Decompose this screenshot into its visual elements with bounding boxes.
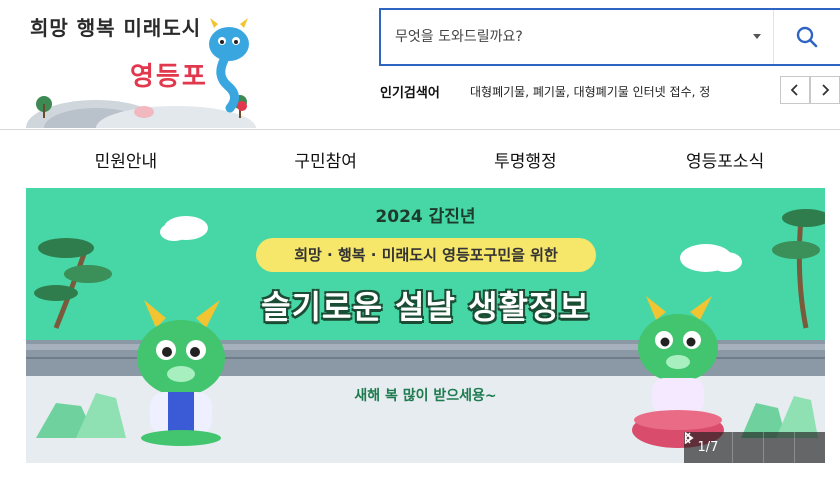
banner-play-button[interactable] [684,432,794,463]
main-banner[interactable]: 2024 갑진년 희망 · 행복 · 미래도시 영등포구민을 위한 슬기로운 설… [26,188,825,463]
nav-item-participation[interactable]: 구민참여 [226,130,426,188]
banner-greeting: 새해 복 많이 받으세용~ [354,388,497,404]
nav-item-news[interactable]: 영등포소식 [625,130,825,188]
nav-item-transparent-admin[interactable]: 투명행정 [426,130,626,188]
chevron-left-icon [790,84,798,96]
banner-prev-button[interactable] [684,432,763,463]
banner-title: 슬기로운 설날 생활정보 [261,288,590,326]
logo-slogan: 희망 행복 미래도시 [30,16,202,40]
popular-prev-button[interactable] [780,76,810,104]
chevron-down-icon[interactable] [753,34,761,39]
banner-slide-controls: 1/7 [684,432,825,463]
nav-item-civil-affairs[interactable]: 민원안내 [26,130,226,188]
search-icon [796,26,818,48]
banner-year: 2024 갑진년 [375,207,476,227]
main-nav: 민원안내 구민참여 투명행정 영등포소식 [26,130,825,188]
search-box [379,8,840,66]
dragon-mascot-icon [209,18,249,113]
popular-keywords-list[interactable]: 대형폐기물, 폐기물, 대형폐기물 인터넷 접수, 정 [470,83,760,100]
chevron-right-icon [685,432,692,444]
logo-district-name: 영등포 [130,62,208,92]
banner-subtitle-pill: 희망 · 행복 · 미래도시 영등포구민을 위한 [256,238,596,272]
popular-keywords: 인기검색어 대형폐기물, 폐기물, 대형폐기물 인터넷 접수, 정 [380,76,840,104]
popular-next-button[interactable] [810,76,840,104]
popular-keywords-label: 인기검색어 [380,85,440,101]
search-button[interactable] [773,10,840,64]
banner-next-button[interactable] [685,432,825,463]
chevron-right-icon [822,84,830,96]
search-input[interactable] [381,10,773,64]
site-logo[interactable]: 희망 행복 미래도시 영등포 [26,8,262,128]
